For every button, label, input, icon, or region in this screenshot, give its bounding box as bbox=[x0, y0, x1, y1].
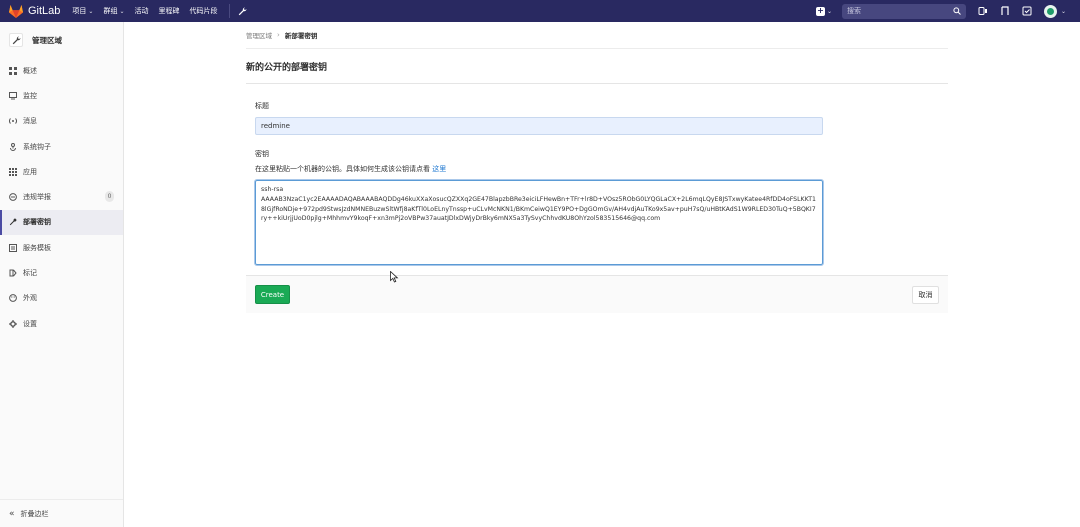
sidebar-item-label: 标记 bbox=[23, 269, 37, 278]
breadcrumb-current[interactable]: 新部署密钥 bbox=[285, 30, 318, 40]
breadcrumb: 管理区域 › 新部署密钥 bbox=[246, 22, 948, 49]
cancel-button[interactable]: 取消 bbox=[912, 286, 939, 304]
nav-projects[interactable]: 项目 ⌄ bbox=[72, 6, 93, 16]
create-button[interactable]: Create bbox=[255, 285, 290, 304]
sidebar-item-label: 消息 bbox=[23, 117, 37, 126]
sidebar-item-system-hooks[interactable]: 系统钩子 bbox=[0, 134, 123, 159]
sidebar-item-label: 部署密钥 bbox=[23, 218, 51, 227]
collapse-sidebar-label: 折叠边栏 bbox=[20, 509, 49, 518]
new-dropdown-button[interactable]: + ⌄ bbox=[815, 6, 832, 16]
sidebar-item-labels[interactable]: 标记 bbox=[0, 260, 123, 285]
title-label: 标题 bbox=[255, 102, 269, 110]
double-chevron-left-icon: « bbox=[9, 508, 15, 519]
hook-icon bbox=[10, 142, 16, 151]
todos-icon[interactable] bbox=[1022, 6, 1032, 16]
collapse-sidebar-button[interactable]: « 折叠边栏 bbox=[0, 499, 123, 527]
nav-milestones-label: 里程碑 bbox=[158, 7, 180, 15]
sidebar-item-applications[interactable]: 应用 bbox=[0, 159, 123, 184]
nav-divider bbox=[229, 4, 231, 18]
nav-groups-label: 群组 bbox=[103, 7, 118, 15]
appearance-icon bbox=[9, 294, 17, 303]
deploy-key-form: 标题 密钥 在这里粘贴一个机器的公钥。具体如何生成该公钥请点看 这里 ssh-r… bbox=[246, 101, 948, 313]
issues-icon[interactable] bbox=[978, 6, 988, 16]
sidebar-item-monitoring[interactable]: 监控 bbox=[0, 83, 123, 108]
nav-activity[interactable]: 活动 bbox=[134, 6, 148, 16]
chevron-down-icon: ⌄ bbox=[119, 7, 125, 15]
chevron-right-icon: › bbox=[277, 31, 280, 39]
apps-icon bbox=[9, 167, 17, 176]
main-content: 管理区域 › 新部署密钥 新的公开的部署密钥 标题 密钥 在这里粘贴一个机器的公… bbox=[246, 22, 948, 313]
sidebar-item-label: 系统钩子 bbox=[23, 142, 51, 151]
sidebar-item-label: 违规举报 bbox=[23, 193, 51, 202]
sidebar-item-messages[interactable]: 消息 bbox=[0, 109, 123, 134]
breadcrumb-parent[interactable]: 管理区域 bbox=[246, 30, 272, 40]
sidebar-item-label: 应用 bbox=[23, 167, 37, 176]
sidebar-item-label: 外观 bbox=[23, 294, 37, 303]
nav-links: 项目 ⌄ 群组 ⌄ 活动 里程碑 代码片段 bbox=[72, 4, 247, 18]
key-icon bbox=[9, 218, 17, 226]
nav-snippets-label: 代码片段 bbox=[189, 7, 218, 15]
nav-activity-label: 活动 bbox=[134, 7, 149, 15]
chevron-down-icon: ⌄ bbox=[88, 7, 94, 15]
sidebar-item-settings[interactable]: 设置 bbox=[0, 311, 123, 336]
sidebar-item-label: 概述 bbox=[23, 66, 37, 75]
page-title: 新的公开的部署密钥 bbox=[246, 49, 948, 84]
sidebar: 管理区域 概述 监控 消息 系统钩子 应用 违规举报 0 部署密钥 服务模板 标… bbox=[0, 22, 124, 527]
form-actions: Create 取消 bbox=[246, 275, 948, 313]
nav-snippets[interactable]: 代码片段 bbox=[189, 6, 217, 16]
sidebar-item-deploy-keys[interactable]: 部署密钥 bbox=[0, 209, 123, 236]
top-navbar: GitLab 项目 ⌄ 群组 ⌄ 活动 里程碑 代码片段 + ⌄ 搜索 ⌄ bbox=[0, 0, 1080, 22]
chevron-down-icon: ⌄ bbox=[826, 7, 832, 15]
nav-projects-label: 项目 bbox=[72, 7, 87, 15]
label-icon bbox=[9, 269, 17, 277]
key-field[interactable]: ssh-rsa AAAAB3NzaC1yc2EAAAADAQABAAABAQDD… bbox=[254, 179, 824, 266]
gear-icon bbox=[9, 319, 17, 328]
mouse-cursor-icon bbox=[390, 271, 399, 283]
sidebar-item-label: 服务模板 bbox=[23, 243, 51, 252]
sidebar-header[interactable]: 管理区域 bbox=[0, 22, 123, 58]
sidebar-item-appearance[interactable]: 外观 bbox=[0, 286, 123, 311]
template-icon bbox=[9, 243, 17, 252]
brand-name: GitLab bbox=[28, 5, 61, 17]
key-help-message: 在这里粘贴一个机器的公钥。具体如何生成该公钥请点看 bbox=[255, 165, 430, 173]
key-help-text: 在这里粘贴一个机器的公钥。具体如何生成该公钥请点看 这里 bbox=[255, 164, 939, 174]
admin-wrench-icon bbox=[9, 33, 23, 47]
nav-milestones[interactable]: 里程碑 bbox=[158, 6, 179, 16]
sidebar-item-service-templates[interactable]: 服务模板 bbox=[0, 235, 123, 260]
sidebar-item-abuse-reports[interactable]: 违规举报 0 bbox=[0, 184, 123, 209]
gitlab-logo-icon bbox=[9, 5, 23, 18]
sidebar-item-overview[interactable]: 概述 bbox=[0, 58, 123, 83]
sidebar-header-title: 管理区域 bbox=[32, 35, 62, 45]
admin-wrench-icon[interactable] bbox=[238, 7, 247, 16]
merge-requests-icon[interactable] bbox=[1000, 6, 1010, 16]
abuse-reports-count-badge: 0 bbox=[105, 191, 114, 203]
navbar-right: + ⌄ ⌄ bbox=[815, 0, 1080, 22]
key-label: 密钥 bbox=[255, 150, 269, 158]
overview-icon bbox=[9, 66, 17, 75]
chevron-down-icon: ⌄ bbox=[1060, 7, 1066, 15]
title-field[interactable] bbox=[255, 117, 823, 135]
search-box bbox=[841, 3, 966, 19]
sidebar-item-label: 监控 bbox=[23, 91, 37, 100]
search-icon bbox=[953, 7, 961, 15]
sidebar-item-label: 设置 bbox=[23, 319, 37, 328]
monitor-icon bbox=[9, 91, 17, 100]
brand[interactable]: GitLab bbox=[8, 4, 60, 18]
broadcast-icon bbox=[9, 118, 17, 125]
plus-icon: + bbox=[815, 6, 825, 16]
search-input[interactable] bbox=[846, 7, 953, 15]
report-icon bbox=[9, 193, 17, 202]
key-help-link[interactable]: 这里 bbox=[432, 165, 446, 173]
user-avatar[interactable] bbox=[1043, 4, 1057, 18]
nav-groups[interactable]: 群组 ⌄ bbox=[103, 6, 124, 16]
